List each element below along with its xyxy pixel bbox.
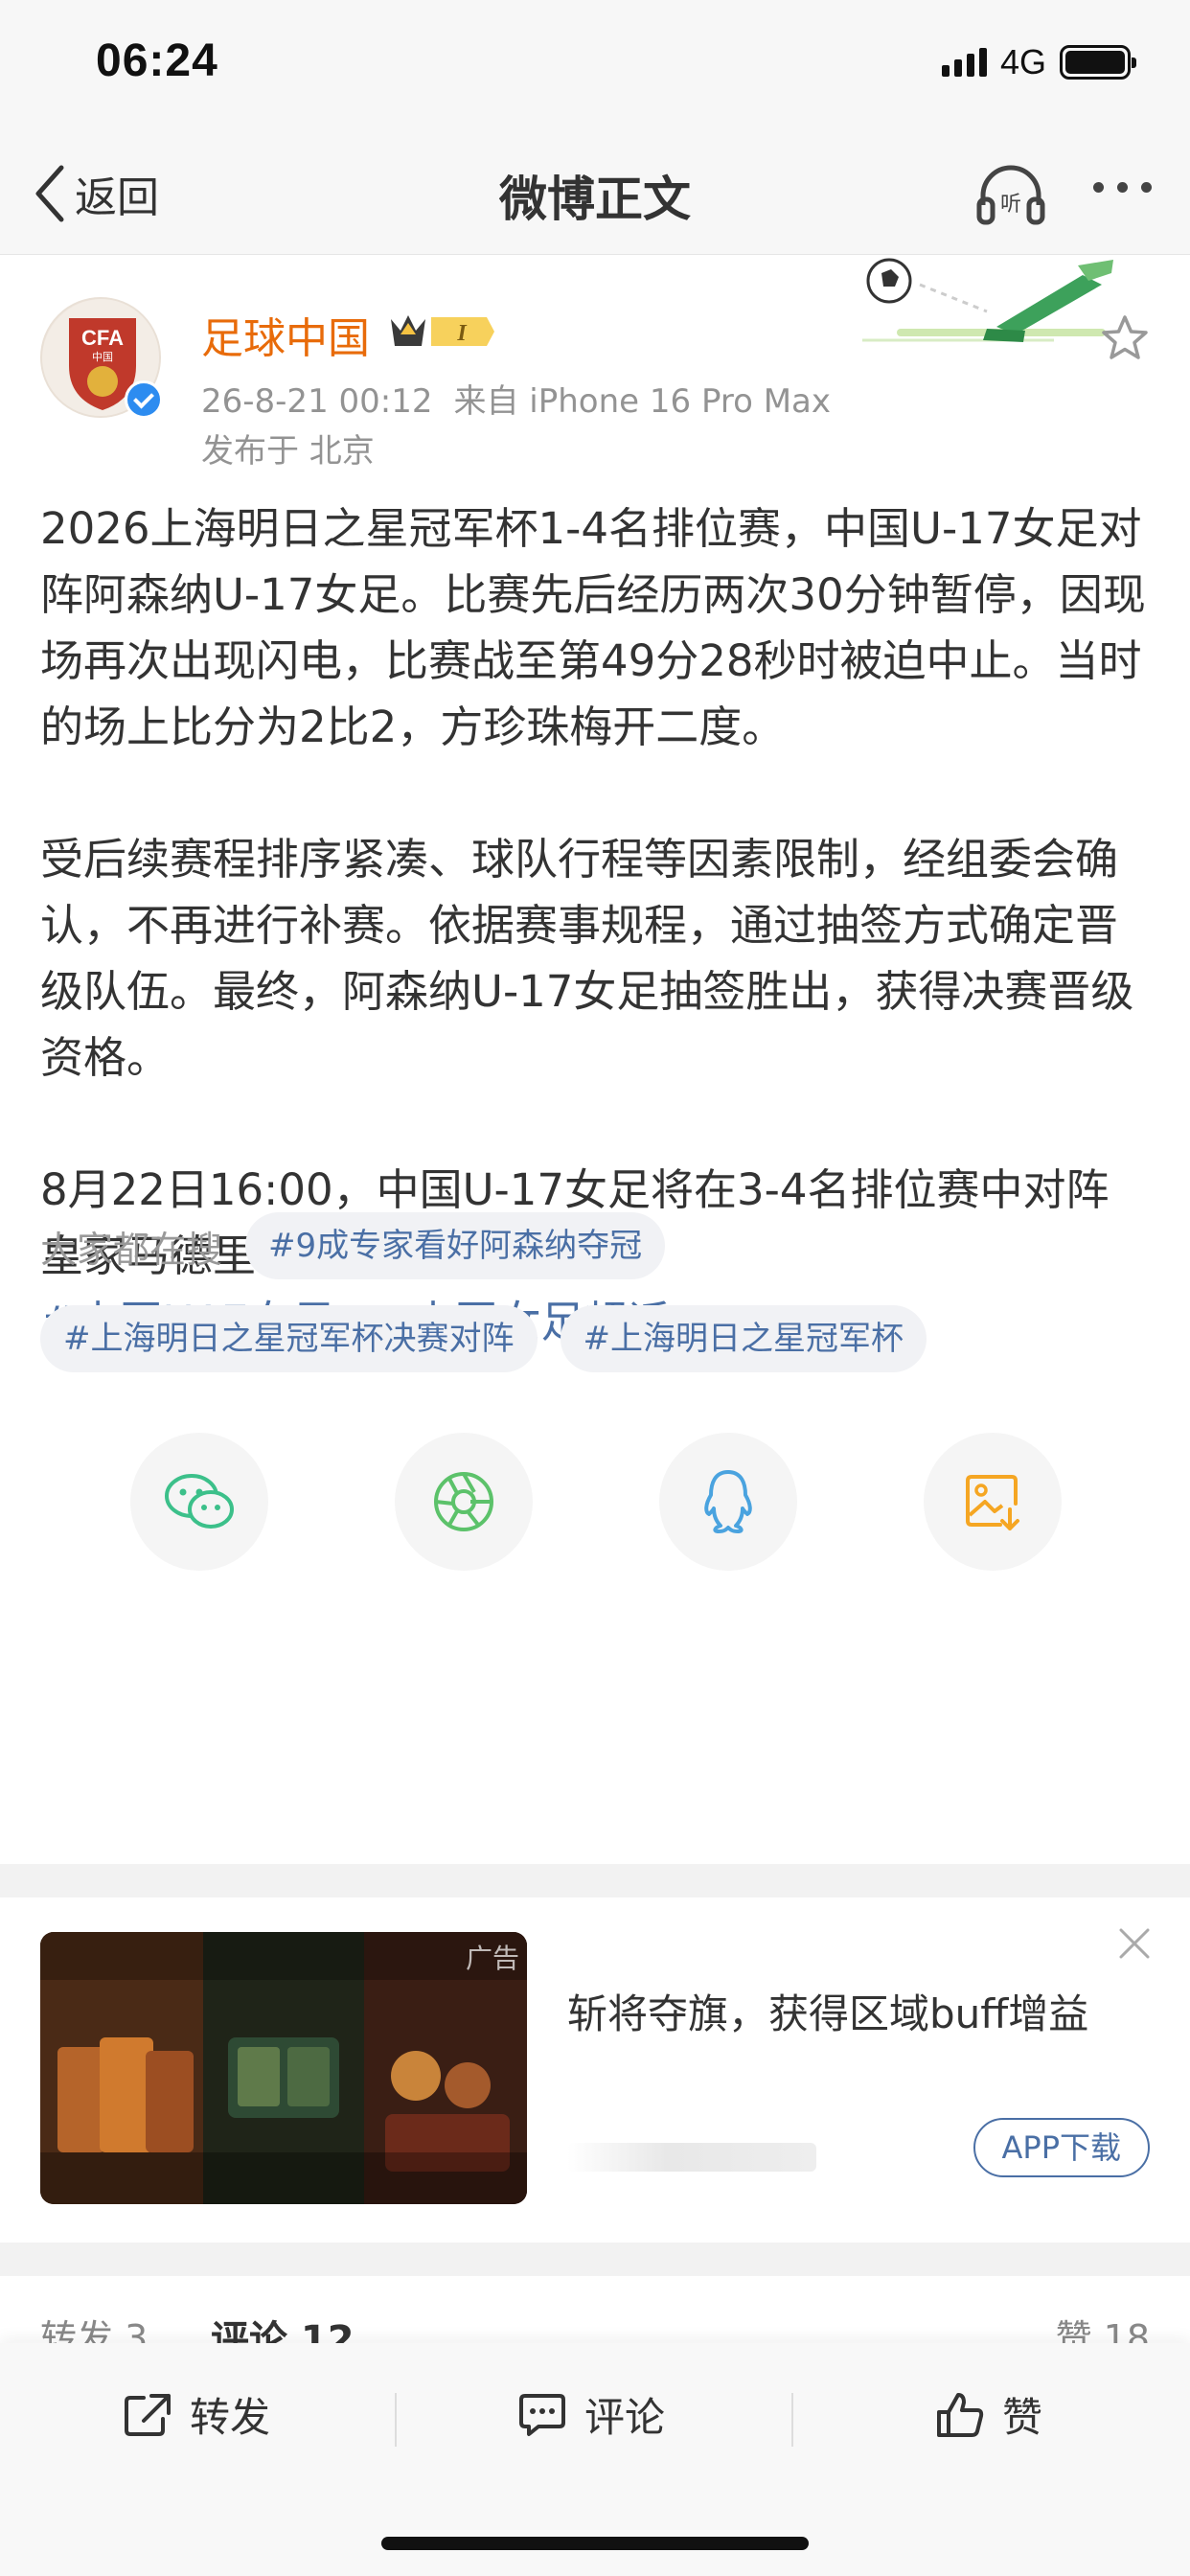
thumbs-up-icon <box>937 2392 984 2437</box>
network-label: 4G <box>999 42 1046 81</box>
repost-button[interactable]: 转发 <box>123 2385 270 2444</box>
repost-icon <box>125 2393 171 2436</box>
dot <box>1141 182 1152 193</box>
moments-icon <box>434 1472 493 1531</box>
favorite-button[interactable] <box>1100 313 1150 367</box>
dot <box>1093 182 1104 193</box>
like-label: 赞 <box>1002 2394 1043 2441</box>
close-icon <box>1119 1928 1150 1959</box>
ad-text[interactable]: 斩将夺旗，获得区域buff增益 <box>567 1982 1088 2040</box>
svg-text:I: I <box>456 321 468 346</box>
ad-card[interactable]: 广告 斩将夺旗，获得区域buff增益 APP下载 <box>0 1898 1190 2242</box>
post-time: 26-8-21 00:12 <box>201 382 433 421</box>
verified-badge <box>125 380 163 419</box>
save-image-icon <box>966 1475 1019 1530</box>
trending-chip[interactable]: #9成专家看好阿森纳夺冠 <box>245 1212 666 1279</box>
post-meta: 26-8-21 00:12 来自 iPhone 16 Pro Max <box>201 375 831 422</box>
bottom-action-bar: 转发 评论 赞 <box>0 2343 1190 2576</box>
share-wechat-button[interactable] <box>130 1433 268 1571</box>
post-source: 来自 iPhone 16 Pro Max <box>453 382 832 421</box>
nav-bar: 返回 微博正文 听 <box>0 134 1190 255</box>
share-row <box>0 1433 1190 1576</box>
share-qq-button[interactable] <box>659 1433 797 1571</box>
section-divider <box>0 1864 1190 1898</box>
football-decoration <box>862 256 1121 356</box>
status-time: 06:24 <box>96 35 218 86</box>
home-indicator[interactable] <box>381 2537 809 2550</box>
comment-button[interactable]: 评论 <box>517 2385 665 2444</box>
dot <box>1117 182 1128 193</box>
comment-icon <box>519 2393 565 2436</box>
signal-icon <box>941 48 987 77</box>
save-image-button[interactable] <box>924 1433 1062 1571</box>
comment-label: 评论 <box>584 2394 666 2441</box>
wechat-icon <box>165 1474 234 1529</box>
trending-chip[interactable]: #上海明日之星冠军杯 <box>560 1305 927 1372</box>
soccer-kick-illustration <box>862 258 1113 342</box>
game-ad-banner <box>40 1932 527 2204</box>
status-bar: 06:24 4G <box>0 0 1190 134</box>
action-divider <box>395 2393 397 2447</box>
ad-image[interactable]: 广告 <box>40 1932 527 2204</box>
crown-icon: I <box>391 315 494 346</box>
post-paragraph: 2026上海明日之星冠军杯1-4名排位赛，中国U-17女足对阵阿森纳U-17女足… <box>40 503 1146 752</box>
trending-chip[interactable]: #上海明日之星冠军杯决赛对阵 <box>40 1305 538 1372</box>
repost-label: 转发 <box>190 2394 271 2441</box>
svg-text:中国: 中国 <box>92 351 113 363</box>
qq-icon <box>704 1470 752 1533</box>
headphones-icon: 听 <box>976 165 1045 225</box>
interaction-counts: 转发 3 评论 12 赞 18 <box>0 2276 1190 2362</box>
share-moments-button[interactable] <box>395 1433 533 1571</box>
battery-icon <box>1060 45 1136 80</box>
app-download-button[interactable]: APP下载 <box>973 2118 1150 2177</box>
section-divider <box>0 2242 1190 2276</box>
status-icons: 4G <box>941 42 1136 82</box>
post-paragraph: 受后续赛程排序紧凑、球队行程等因素限制，经组委会确认，不再进行补赛。依据赛事规程… <box>40 834 1134 1083</box>
ad-close-button[interactable] <box>1117 1926 1152 1965</box>
author-name[interactable]: 足球中国 <box>201 304 370 365</box>
star-icon <box>1102 315 1148 359</box>
action-divider <box>791 2393 793 2447</box>
svg-text:CFA: CFA <box>81 326 124 350</box>
listen-button[interactable]: 听 <box>975 161 1046 232</box>
svg-text:听: 听 <box>1000 193 1021 217</box>
trending-row: 大家都在搜 #9成专家看好阿森纳夺冠 <box>40 1212 666 1279</box>
ad-tag: 广告 <box>465 1943 519 1974</box>
more-button[interactable] <box>1093 182 1152 193</box>
ad-blurred-subtext <box>567 2143 816 2172</box>
like-button[interactable]: 赞 <box>935 2385 1042 2444</box>
vip-level-badge: I <box>387 310 498 357</box>
trending-label: 大家都在搜 <box>40 1228 223 1271</box>
trending-row: #上海明日之星冠军杯决赛对阵 #上海明日之星冠军杯 <box>40 1305 927 1372</box>
post-location: 发布于 北京 <box>201 432 375 471</box>
